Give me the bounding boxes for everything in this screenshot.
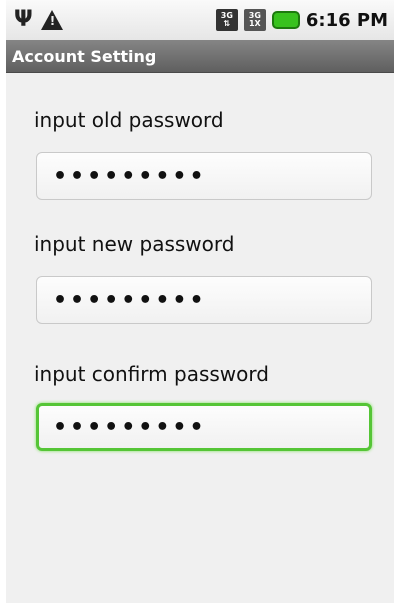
- title-bar: Account Setting: [6, 40, 394, 73]
- new-password-field[interactable]: •••••••••: [36, 276, 372, 324]
- page-title: Account Setting: [12, 46, 157, 66]
- confirm-password-label: input confirm password: [34, 362, 269, 386]
- status-bar: Ψ 3G⇅ 3G1X 6:16 PM: [6, 0, 394, 40]
- old-password-field[interactable]: •••••••••: [36, 152, 372, 200]
- new-password-label: input new password: [34, 232, 235, 256]
- confirm-password-field[interactable]: •••••••••: [36, 403, 372, 451]
- status-left-icons: Ψ: [6, 9, 63, 31]
- status-right: 3G ⇅ 3G 1X 6:16 PM: [215, 0, 388, 40]
- warning-icon: [40, 10, 63, 30]
- 3g-signal-icon: 3G ⇅: [215, 9, 238, 31]
- usb-icon: Ψ: [14, 7, 33, 32]
- battery-icon: [271, 11, 300, 29]
- screen: Ψ 3G⇅ 3G1X 6:16 PM Account Setting input…: [6, 0, 394, 603]
- clock: 6:16 PM: [305, 9, 388, 31]
- old-password-label: input old password: [34, 108, 224, 132]
- 3g-1x-signal-icon: 3G 1X: [243, 9, 266, 31]
